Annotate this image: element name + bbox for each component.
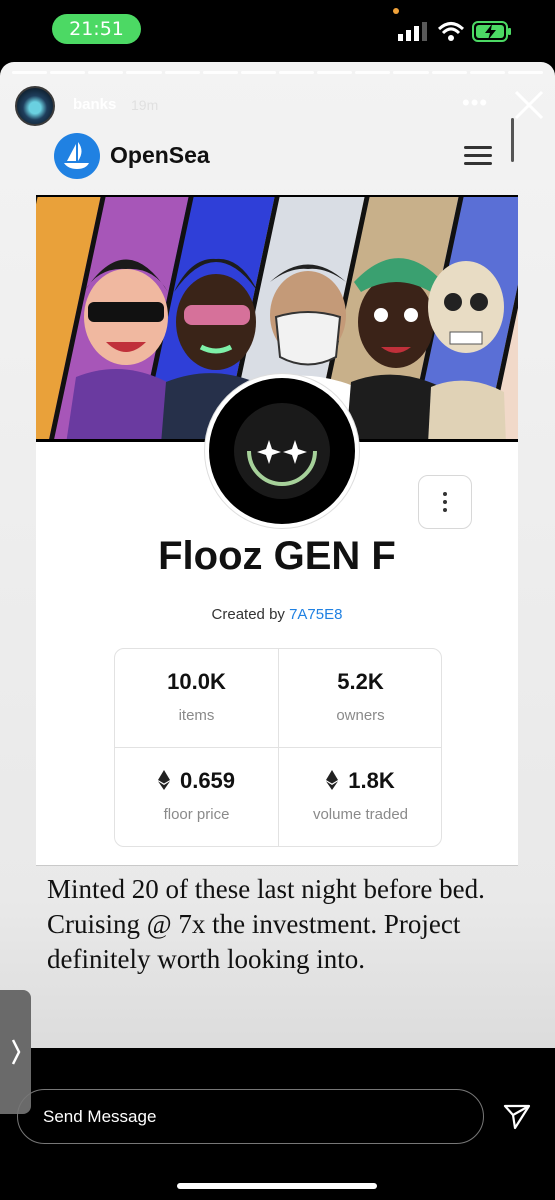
story-progress-segment [393, 71, 429, 74]
battery-charging-icon [472, 21, 511, 42]
stat-volume-traded[interactable]: 1.8K volume traded [279, 748, 442, 846]
close-icon[interactable] [512, 88, 546, 122]
section-divider [36, 865, 518, 866]
opensea-brand-name[interactable]: OpenSea [110, 142, 210, 169]
story-progress-segment [240, 71, 276, 74]
collection-logo [205, 374, 359, 528]
stats-grid: 10.0K items 5.2K owners 0.659 floor pric… [114, 648, 442, 847]
send-icon[interactable] [502, 1101, 532, 1131]
story-progress-segment [279, 71, 315, 74]
created-by: Created by 7A75E8 [36, 606, 518, 623]
status-time: 21:51 [52, 14, 141, 44]
story-progress-segment [507, 71, 543, 74]
privacy-indicator-dot [393, 8, 399, 14]
home-indicator[interactable] [177, 1183, 377, 1189]
hamburger-menu-icon[interactable] [464, 146, 492, 166]
more-options-icon[interactable]: ••• [462, 92, 488, 114]
story-progress-segment [164, 71, 200, 74]
story-progress-segment [88, 71, 124, 74]
stat-floor-price[interactable]: 0.659 floor price [115, 748, 278, 846]
story-progress-segment [355, 71, 391, 74]
story-progress-segment [317, 71, 353, 74]
wifi-icon [437, 22, 465, 41]
vertical-dots-icon [419, 476, 471, 512]
user-avatar[interactable] [15, 86, 55, 126]
story-username[interactable]: banks [73, 96, 116, 113]
story-progress-segment [50, 71, 86, 74]
ethereum-icon [326, 770, 339, 790]
story-progress-segment [202, 71, 238, 74]
stat-label: owners [336, 707, 385, 724]
stat-label: items [178, 707, 215, 724]
stat-value: 10.0K [167, 669, 226, 694]
story-progress-segment [12, 71, 48, 74]
ethereum-icon [157, 770, 170, 790]
creator-link[interactable]: 7A75E8 [289, 606, 342, 623]
story-caption: Minted 20 of these last night before bed… [47, 874, 485, 974]
collection-name: Flooz GEN F [158, 534, 396, 578]
stat-items[interactable]: 10.0K items [115, 649, 278, 747]
story-timestamp: 19m [131, 97, 159, 113]
stat-label: volume traded [312, 806, 409, 823]
story-progress-segment [469, 71, 505, 74]
stat-value: 5.2K [337, 669, 384, 694]
story-progress-segment [126, 71, 162, 74]
stat-value: 1.8K [348, 768, 395, 793]
stat-value: 0.659 [179, 768, 236, 793]
send-message-placeholder: Send Message [43, 1107, 157, 1126]
created-by-label: Created by [211, 606, 290, 623]
cellular-signal-icon [398, 22, 427, 41]
stat-label: floor price [163, 806, 230, 823]
collection-options-button[interactable] [418, 475, 472, 529]
story-progress-segment [431, 71, 467, 74]
scroll-indicator [511, 118, 514, 162]
opensea-logo-icon[interactable] [54, 133, 100, 179]
stat-owners[interactable]: 5.2K owners [279, 649, 442, 747]
